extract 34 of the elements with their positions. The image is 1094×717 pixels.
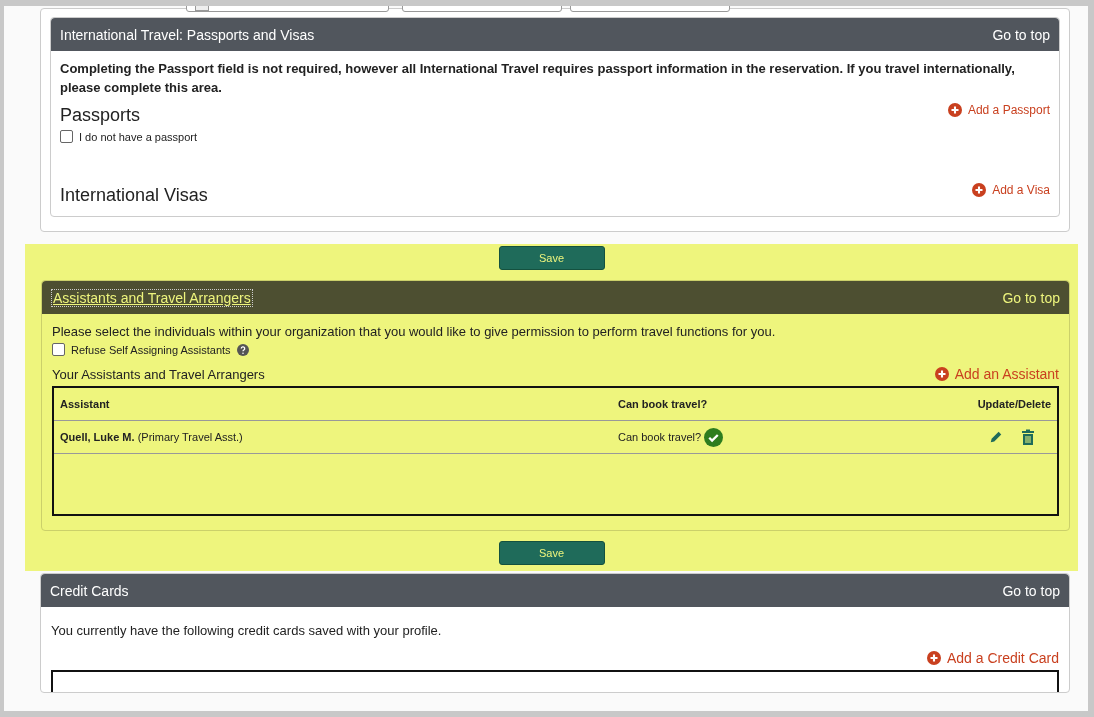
- checkbox-label: I do not have a passport: [79, 130, 198, 143]
- can-book-label: Can book travel?: [618, 431, 702, 443]
- column-header: Can book travel?: [618, 398, 709, 410]
- add-assistant-link[interactable]: Add an Assistant: [934, 366, 1059, 382]
- column-header: Update/Delete: [976, 398, 1051, 410]
- checkbox-label: Refuse Self Assigning Assistants: [71, 343, 231, 356]
- section-title: Credit Cards: [50, 582, 129, 599]
- visas-heading: International Visas: [60, 185, 208, 206]
- assistant-name: Quell, Luke M. (Primary Travel Asst.): [60, 431, 244, 443]
- plus-icon: [926, 651, 941, 665]
- pencil-icon[interactable]: [989, 429, 1003, 445]
- checkbox[interactable]: [60, 130, 73, 143]
- notice-text: Completing the Passport field is not required, however all International Travel requires passport information in the reservation. If you travel internationally, please complete this area.: [60, 60, 1016, 97]
- list-heading: Your Assistants and Travel Arrangers: [52, 366, 265, 382]
- section-title-link[interactable]: Assistants and Travel Arrangers: [51, 288, 253, 307]
- passports-heading: Passports: [60, 105, 141, 126]
- add-visa-link[interactable]: Add a Visa: [972, 183, 1050, 197]
- add-passport-link[interactable]: Add a Passport: [947, 103, 1050, 117]
- column-header: Assistant: [60, 398, 111, 410]
- plus-icon: [934, 367, 949, 381]
- help-icon[interactable]: [236, 343, 249, 356]
- plus-icon: [947, 103, 962, 117]
- go-to-top-link[interactable]: Go to top: [992, 26, 1050, 43]
- save-button[interactable]: Save: [498, 541, 605, 565]
- go-to-top-link[interactable]: Go to top: [1002, 582, 1060, 599]
- plus-icon: [972, 183, 987, 197]
- trash-icon[interactable]: [1021, 429, 1035, 445]
- add-credit-card-link[interactable]: Add a Credit Card: [926, 650, 1059, 666]
- intro-text: Please select the individuals within your organization that you would like to give permission to perform travel functions for you.: [52, 324, 777, 339]
- section-title: International Travel: Passports and Visas: [60, 26, 315, 43]
- intro-text: You currently have the following credit cards saved with your profile.: [51, 623, 443, 638]
- go-to-top-link[interactable]: Go to top: [1002, 289, 1060, 306]
- checkbox[interactable]: [52, 343, 65, 356]
- save-button[interactable]: Save: [498, 246, 605, 270]
